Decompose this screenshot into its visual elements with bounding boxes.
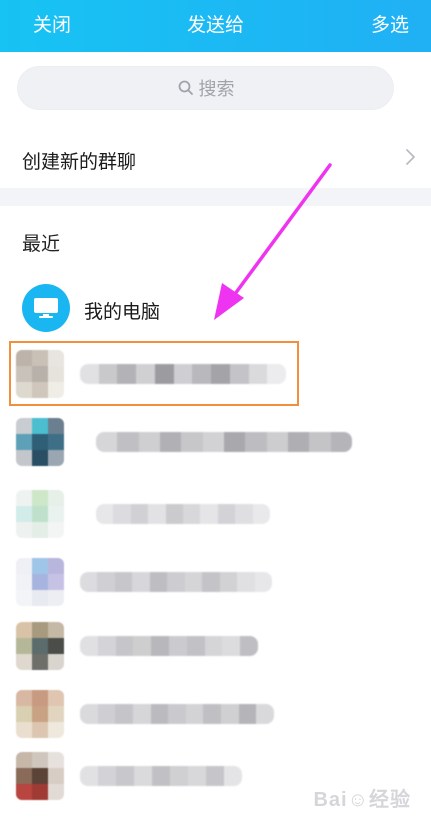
search-area: 搜索 bbox=[0, 52, 431, 130]
contact-name-blurred bbox=[80, 766, 242, 786]
avatar bbox=[16, 490, 64, 538]
contact-my-computer[interactable]: 我的电脑 bbox=[0, 280, 431, 338]
watermark-logo: Bai☺经验 bbox=[313, 789, 411, 811]
contact-row[interactable] bbox=[0, 622, 431, 684]
monitor-icon bbox=[34, 298, 58, 318]
multi-select-button[interactable]: 多选 bbox=[371, 10, 409, 37]
section-divider bbox=[0, 188, 431, 206]
contact-name: 我的电脑 bbox=[84, 302, 161, 323]
avatar bbox=[16, 690, 64, 738]
avatar bbox=[22, 284, 70, 332]
chevron-right-icon bbox=[406, 149, 415, 165]
avatar bbox=[16, 558, 64, 606]
search-placeholder: 搜索 bbox=[198, 79, 235, 99]
recent-section-title: 最近 bbox=[22, 234, 61, 255]
highlight-box bbox=[9, 341, 299, 406]
avatar bbox=[16, 418, 64, 466]
contact-name-blurred bbox=[80, 636, 258, 656]
contact-row[interactable] bbox=[0, 490, 431, 552]
top-bar: 关闭 发送给 多选 bbox=[0, 0, 431, 52]
contact-name-blurred bbox=[96, 432, 352, 452]
contact-row[interactable] bbox=[0, 690, 431, 752]
avatar bbox=[16, 622, 64, 670]
contact-row[interactable] bbox=[0, 418, 431, 480]
contact-row[interactable] bbox=[0, 558, 431, 620]
search-input[interactable]: 搜索 bbox=[17, 66, 394, 110]
contact-name-blurred bbox=[80, 704, 274, 724]
create-group-row[interactable]: 创建新的群聊 bbox=[0, 130, 431, 188]
page-title: 发送给 bbox=[186, 15, 244, 36]
avatar bbox=[16, 752, 64, 800]
contact-name-blurred bbox=[80, 572, 272, 592]
create-group-label: 创建新的群聊 bbox=[22, 152, 137, 173]
contact-name-blurred bbox=[96, 504, 270, 524]
search-icon bbox=[178, 80, 193, 95]
